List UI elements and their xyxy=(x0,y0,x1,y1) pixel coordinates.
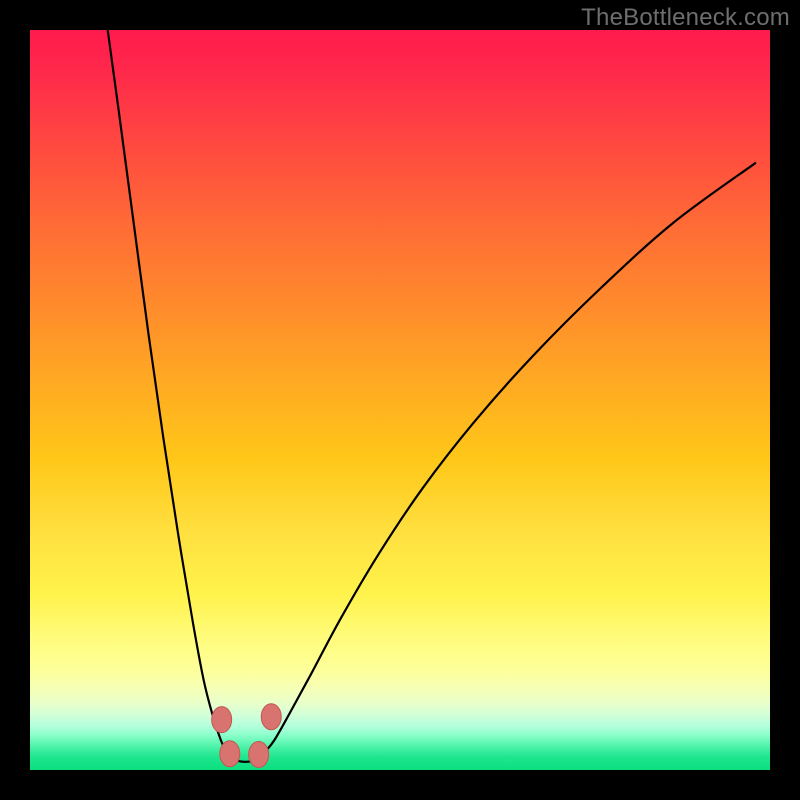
watermark-label: TheBottleneck.com xyxy=(581,4,790,32)
bottleneck-curve xyxy=(108,30,756,762)
outer-frame: TheBottleneck.com xyxy=(0,0,800,800)
curve-marker xyxy=(212,707,232,733)
curve-marker xyxy=(220,741,240,767)
curve-markers xyxy=(212,704,282,768)
curve-svg xyxy=(30,30,770,770)
plot-area xyxy=(30,30,770,770)
curve-marker xyxy=(261,704,281,730)
curve-marker xyxy=(249,741,269,767)
